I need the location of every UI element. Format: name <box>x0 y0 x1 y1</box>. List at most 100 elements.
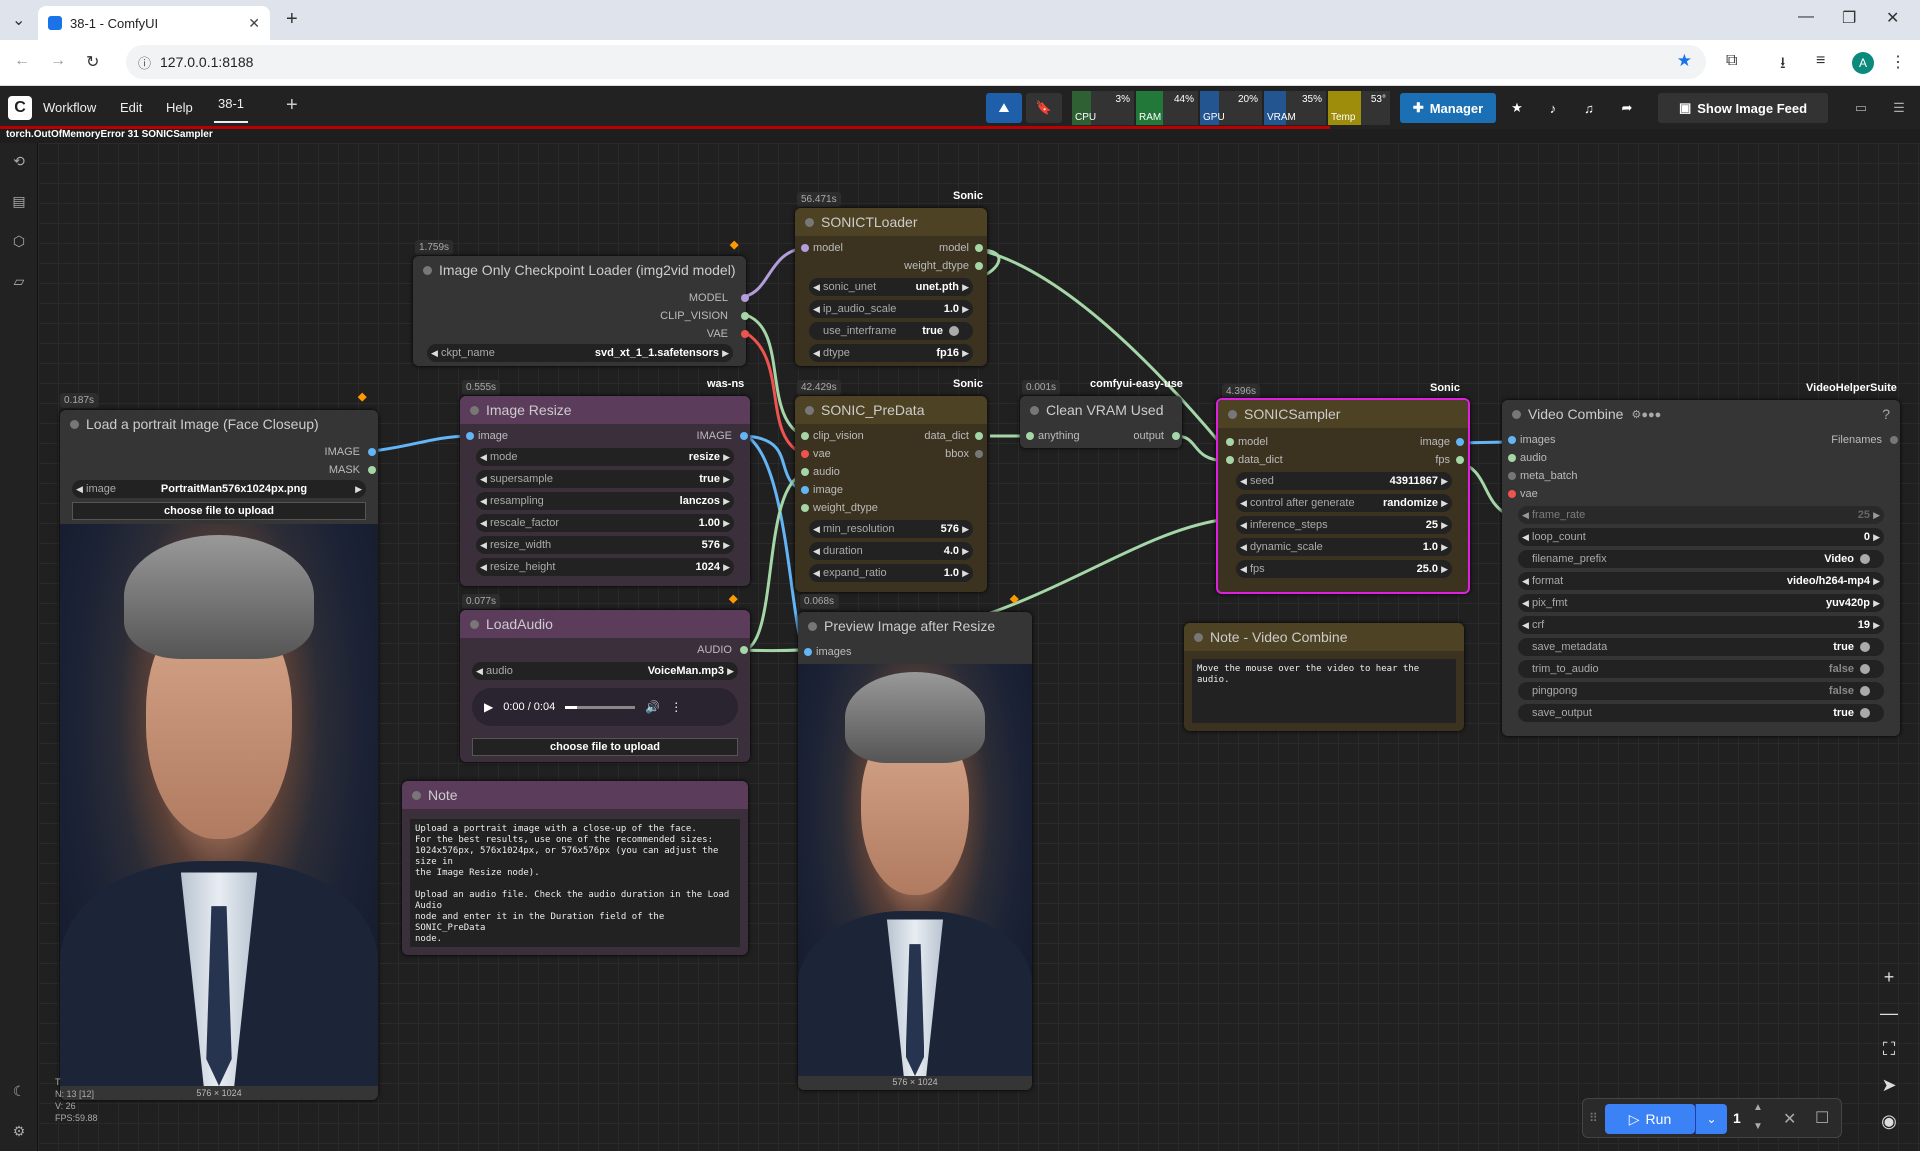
upload-image-button[interactable]: choose file to upload <box>72 502 366 520</box>
stop-icon[interactable]: ☐ <box>1815 1108 1829 1128</box>
workflow-tab[interactable]: 38-1 <box>214 96 249 123</box>
queue-count-input[interactable]: 1 <box>1733 1110 1741 1126</box>
output-image[interactable]: image <box>1420 434 1450 450</box>
node-title[interactable]: SONICTLoader <box>795 208 987 236</box>
input-images[interactable]: images <box>1520 432 1555 448</box>
media-icon[interactable]: ≡ <box>1816 52 1825 70</box>
node-image-resize[interactable]: Image Resize image IMAGE moderesize supe… <box>460 396 750 586</box>
profile-avatar[interactable]: A <box>1852 52 1874 74</box>
input-model-dot[interactable] <box>801 244 809 252</box>
input-weight-dtype-dot[interactable] <box>801 504 809 512</box>
node-clean-vram[interactable]: Clean VRAM Used anything output <box>1020 396 1182 448</box>
widget-supersample[interactable]: supersampletrue <box>476 470 734 488</box>
manager-button[interactable]: ✚ Manager <box>1400 93 1496 123</box>
increment-icon[interactable]: ▲ <box>1753 1102 1763 1113</box>
menu-edit[interactable]: Edit <box>120 100 142 115</box>
output-filenames-dot[interactable] <box>1890 436 1898 444</box>
node-checkpoint-loader[interactable]: Image Only Checkpoint Loader (img2vid mo… <box>413 256 749 366</box>
bell-alt-icon[interactable]: ♫ <box>1574 93 1604 123</box>
widget-use-interframe[interactable]: use_interframe true <box>809 322 973 340</box>
widget-crf[interactable]: crf19 <box>1518 616 1884 634</box>
new-workflow-button[interactable]: + <box>286 94 298 117</box>
input-audio[interactable]: audio <box>813 464 840 480</box>
node-title[interactable]: Load a portrait Image (Face Closeup) <box>60 410 378 438</box>
zoom-out-icon[interactable]: — <box>1874 998 1904 1028</box>
input-audio[interactable]: audio <box>1520 450 1547 466</box>
output-audio[interactable]: AUDIO <box>697 642 732 658</box>
show-image-feed-button[interactable]: ▣ Show Image Feed <box>1658 93 1828 123</box>
star-icon[interactable]: ★ <box>1502 93 1532 123</box>
output-weight-dtype[interactable]: weight_dtype <box>904 258 969 274</box>
more-options-icon[interactable]: ⋮ <box>670 700 682 714</box>
output-fps[interactable]: fps <box>1435 452 1450 468</box>
input-images-dot[interactable] <box>804 648 812 656</box>
input-meta-batch-dot[interactable] <box>1508 472 1516 480</box>
input-image[interactable]: image <box>813 482 843 498</box>
output-vae[interactable]: VAE <box>707 326 728 342</box>
output-bbox[interactable]: bbox <box>945 446 969 462</box>
input-images-dot[interactable] <box>1508 436 1516 444</box>
run-options-chevron-icon[interactable]: ⌄ <box>1695 1104 1727 1134</box>
comfyui-logo-icon[interactable]: C <box>8 96 32 120</box>
output-clip-vision-dot[interactable] <box>741 312 749 320</box>
note-vc-text[interactable]: Move the mouse over the video to hear th… <box>1192 659 1456 723</box>
output-model[interactable]: model <box>939 240 969 256</box>
input-model[interactable]: model <box>1238 434 1268 450</box>
widget-format[interactable]: formatvideo/h264-mp4 <box>1518 572 1884 590</box>
input-meta-batch[interactable]: meta_batch <box>1520 468 1577 484</box>
widget-mode[interactable]: moderesize <box>476 448 734 466</box>
input-audio-dot[interactable] <box>801 468 809 476</box>
output-fps-dot[interactable] <box>1456 456 1464 464</box>
run-button[interactable]: ▷ Run <box>1605 1104 1695 1134</box>
widget-rescale-factor[interactable]: rescale_factor1.00 <box>476 514 734 532</box>
downloads-icon[interactable]: ⭳ <box>1780 52 1786 79</box>
output-model-dot[interactable] <box>741 294 749 302</box>
extensions-icon[interactable]: ⧉ <box>1726 52 1737 70</box>
upload-audio-button[interactable]: choose file to upload <box>472 738 738 756</box>
node-title[interactable]: Image Only Checkpoint Loader (img2vid mo… <box>413 256 746 284</box>
input-weight-dtype[interactable]: weight_dtype <box>813 500 878 516</box>
node-note[interactable]: Note Upload a portrait image with a clos… <box>402 781 748 955</box>
hamburger-menu-icon[interactable]: ☰ <box>1884 93 1914 123</box>
widget-expand-ratio[interactable]: expand_ratio1.0 <box>809 564 973 582</box>
site-info-icon[interactable]: ⓘ <box>138 53 151 72</box>
input-vae[interactable]: vae <box>813 446 831 462</box>
widget-filename-prefix[interactable]: filename_prefix Video <box>1518 550 1884 568</box>
node-title[interactable]: Video Combine ⚙●●●? <box>1502 400 1900 428</box>
widget-dtype[interactable]: dtypefp16 <box>809 344 973 362</box>
forward-icon[interactable]: → <box>50 52 66 70</box>
output-image[interactable]: IMAGE <box>697 428 732 444</box>
widget-fps[interactable]: fps25.0 <box>1236 560 1452 578</box>
input-image-dot[interactable] <box>466 432 474 440</box>
output-clip-vision[interactable]: CLIP_VISION <box>660 308 728 324</box>
restore-icon[interactable]: ❐ <box>1842 8 1856 28</box>
node-video-combine[interactable]: Video Combine ⚙●●●? images audio meta_bat… <box>1502 400 1900 736</box>
tab-search-icon[interactable]: ⌄ <box>12 10 25 30</box>
output-vae-dot[interactable] <box>741 330 749 338</box>
node-load-audio[interactable]: LoadAudio AUDIO audioVoiceMan.mp3 ▶ 0:00… <box>460 610 750 762</box>
input-images[interactable]: images <box>816 644 851 660</box>
widget-dynamic-scale[interactable]: dynamic_scale1.0 <box>1236 538 1452 556</box>
fit-view-icon[interactable]: ⛶ <box>1874 1034 1904 1064</box>
input-anything[interactable]: anything <box>1038 428 1080 444</box>
node-title[interactable]: Image Resize <box>460 396 750 424</box>
node-note-video-combine[interactable]: Note - Video Combine Move the mouse over… <box>1184 623 1464 731</box>
widget-inference-steps[interactable]: inference_steps25 <box>1236 516 1452 534</box>
node-title[interactable]: LoadAudio <box>460 610 750 638</box>
minimize-icon[interactable]: — <box>1798 8 1814 26</box>
close-window-icon[interactable]: ✕ <box>1886 8 1899 28</box>
history-icon[interactable]: ⟲ <box>10 153 28 171</box>
widget-ip-audio-scale[interactable]: ip_audio_scale1.0 <box>809 300 973 318</box>
bookmark-icon[interactable]: 🔖 <box>1026 93 1062 123</box>
widget-sonic-unet[interactable]: sonic_unetunet.pth <box>809 278 973 296</box>
input-model[interactable]: model <box>813 240 843 256</box>
node-title[interactable]: Note <box>402 781 748 809</box>
input-image[interactable]: image <box>478 428 508 444</box>
theme-moon-icon[interactable]: ☾ <box>10 1083 28 1101</box>
output-output-dot[interactable] <box>1172 432 1180 440</box>
widget-audio-select[interactable]: audioVoiceMan.mp3 <box>472 662 738 680</box>
node-title[interactable]: Note - Video Combine <box>1184 623 1464 651</box>
settings-gear-icon[interactable]: ⚙ <box>10 1123 28 1141</box>
output-filenames[interactable]: Filenames <box>1831 432 1882 448</box>
drag-handle-icon[interactable]: ⠿ <box>1589 1111 1598 1125</box>
